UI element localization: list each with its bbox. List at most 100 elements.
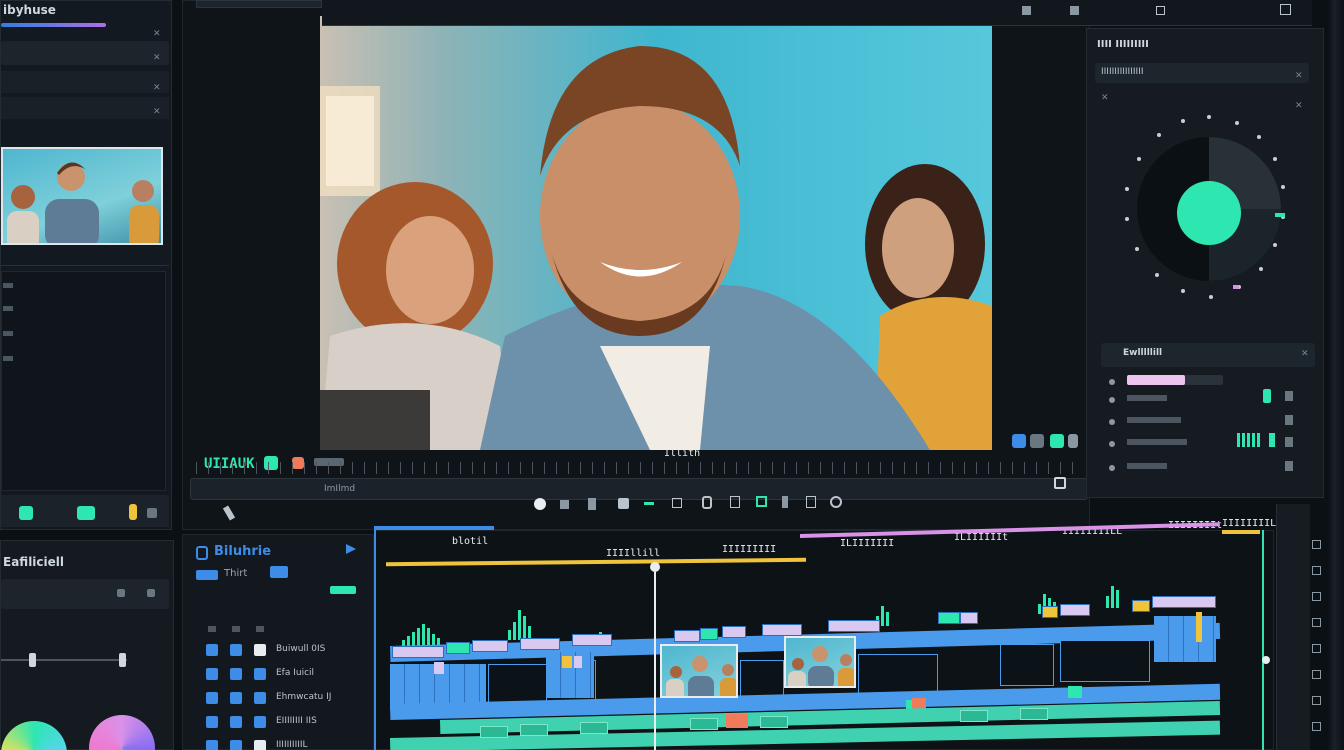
teal-toggle[interactable] [1263, 389, 1271, 403]
slider-track[interactable] [1, 659, 127, 661]
timeline-clip[interactable] [700, 628, 718, 640]
close-icon[interactable]: ✕ [153, 53, 161, 63]
track-toggle-icon[interactable] [230, 644, 242, 656]
color-panel-row[interactable] [1, 579, 169, 609]
track-toggle-icon[interactable] [230, 740, 242, 750]
close-icon[interactable]: ✕ [153, 29, 161, 39]
view-icon[interactable] [1068, 434, 1078, 448]
window-icon[interactable] [1070, 6, 1079, 15]
folder-row[interactable] [1, 41, 169, 65]
timeline-side-icon[interactable] [1312, 618, 1321, 627]
close-icon[interactable]: ✕ [153, 107, 161, 117]
timeline-end-handle[interactable] [1262, 656, 1270, 664]
timeline-side-icon[interactable] [1312, 644, 1321, 653]
timeline-clip[interactable] [960, 612, 978, 624]
window-icon[interactable] [1156, 6, 1165, 15]
timeline-clip[interactable] [722, 626, 746, 638]
timeline-clip[interactable] [472, 640, 508, 652]
track-toggle-icon[interactable] [206, 644, 218, 656]
blue-view-icon[interactable] [1012, 434, 1026, 448]
track-toggle-icon[interactable] [254, 668, 266, 680]
pointer-tool-icon[interactable] [534, 498, 546, 510]
color-wheel-right[interactable] [89, 715, 155, 750]
timeline-clip[interactable] [828, 620, 880, 632]
close-icon[interactable]: ✕ [153, 83, 161, 93]
slider-handle[interactable] [29, 653, 36, 667]
track-toggle-icon[interactable] [206, 716, 218, 728]
media-thumbnail[interactable] [1, 147, 163, 245]
folder-row[interactable] [1, 71, 169, 93]
lock-tool-icon[interactable] [702, 496, 712, 509]
track-toggle-icon[interactable] [206, 668, 218, 680]
track-toggle-icon[interactable] [254, 692, 266, 704]
slip-tool-icon[interactable] [588, 498, 596, 510]
timeline-side-icon[interactable] [1312, 566, 1321, 575]
timeline-clip[interactable] [1060, 604, 1090, 616]
copy-tool-icon[interactable] [730, 496, 740, 508]
timeline-subtitle-bar[interactable] [196, 570, 218, 580]
timeline-clip[interactable] [1152, 596, 1216, 608]
color-scope[interactable] [1117, 109, 1297, 319]
yellow-tool-icon[interactable] [129, 504, 137, 520]
audio-clip[interactable] [580, 722, 608, 734]
teal-tool-icon[interactable] [77, 506, 95, 520]
export-tool-icon[interactable] [806, 496, 816, 508]
end-marker-icon[interactable] [1054, 477, 1066, 489]
timeline-clip[interactable] [938, 612, 960, 624]
timeline-clip[interactable] [1132, 600, 1150, 612]
audio-clip[interactable] [1020, 708, 1048, 720]
track-toggle-icon[interactable] [206, 692, 218, 704]
teal-tool-icon[interactable] [19, 506, 33, 520]
row-icon[interactable] [147, 589, 155, 597]
row-icon[interactable] [117, 589, 125, 597]
crop-tool-icon[interactable] [672, 498, 682, 508]
color-wheel-left[interactable] [1, 721, 67, 750]
track-toggle-icon[interactable] [230, 692, 242, 704]
snap-tool-icon[interactable] [756, 496, 767, 507]
hand-tool-icon[interactable] [618, 498, 629, 509]
teal-view-icon[interactable] [1050, 434, 1064, 448]
audio-clip[interactable] [960, 710, 988, 722]
window-icon[interactable] [1280, 4, 1291, 15]
timeline-clip[interactable] [762, 624, 802, 636]
view-icon[interactable] [1030, 434, 1044, 448]
timeline-side-icon[interactable] [1312, 722, 1321, 731]
playhead-line[interactable] [654, 566, 656, 750]
clip-thumbnail[interactable] [660, 644, 738, 698]
range-end-yellow[interactable] [1222, 530, 1260, 534]
track-option-icon[interactable] [330, 586, 356, 594]
timeline-clip[interactable] [392, 646, 444, 658]
folder-row[interactable] [1, 97, 169, 119]
playhead-handle[interactable] [650, 562, 660, 572]
top-tab[interactable] [196, 0, 322, 8]
settings-icon[interactable] [830, 496, 842, 508]
video-preview[interactable] [320, 16, 992, 450]
track-toggle-icon[interactable] [206, 740, 218, 750]
timeline-scroll-column[interactable] [1276, 504, 1310, 750]
param-icon[interactable] [1285, 391, 1293, 401]
track-toggle-icon[interactable] [230, 716, 242, 728]
track-toggle-icon[interactable] [254, 740, 266, 750]
close-icon[interactable]: ✕ [1101, 93, 1109, 103]
close-icon[interactable]: ✕ [1295, 71, 1303, 81]
timeline-side-icon[interactable] [1312, 540, 1321, 549]
track-toggle-icon[interactable] [230, 668, 242, 680]
timeline-side-icon[interactable] [1312, 696, 1321, 705]
timeline-clip[interactable] [674, 630, 700, 642]
timeline-clip[interactable] [520, 638, 560, 650]
audio-clip[interactable] [690, 718, 718, 730]
audio-clip[interactable] [520, 724, 548, 736]
track-toggle-icon[interactable] [254, 716, 266, 728]
timeline-clip[interactable] [1042, 606, 1058, 618]
marker-tool-icon[interactable] [782, 496, 788, 508]
timeline-side-icon[interactable] [1312, 592, 1321, 601]
razor-tool-icon[interactable] [560, 500, 569, 509]
tool-icon[interactable] [147, 508, 157, 518]
timeline-side-icon[interactable] [1312, 670, 1321, 679]
audio-clip[interactable] [480, 726, 508, 738]
param-icon[interactable] [1285, 461, 1293, 471]
link-tool-icon[interactable] [644, 502, 654, 505]
param-icon[interactable] [1285, 437, 1293, 447]
timeline-clip[interactable] [446, 642, 470, 654]
audio-clip[interactable] [760, 716, 788, 728]
